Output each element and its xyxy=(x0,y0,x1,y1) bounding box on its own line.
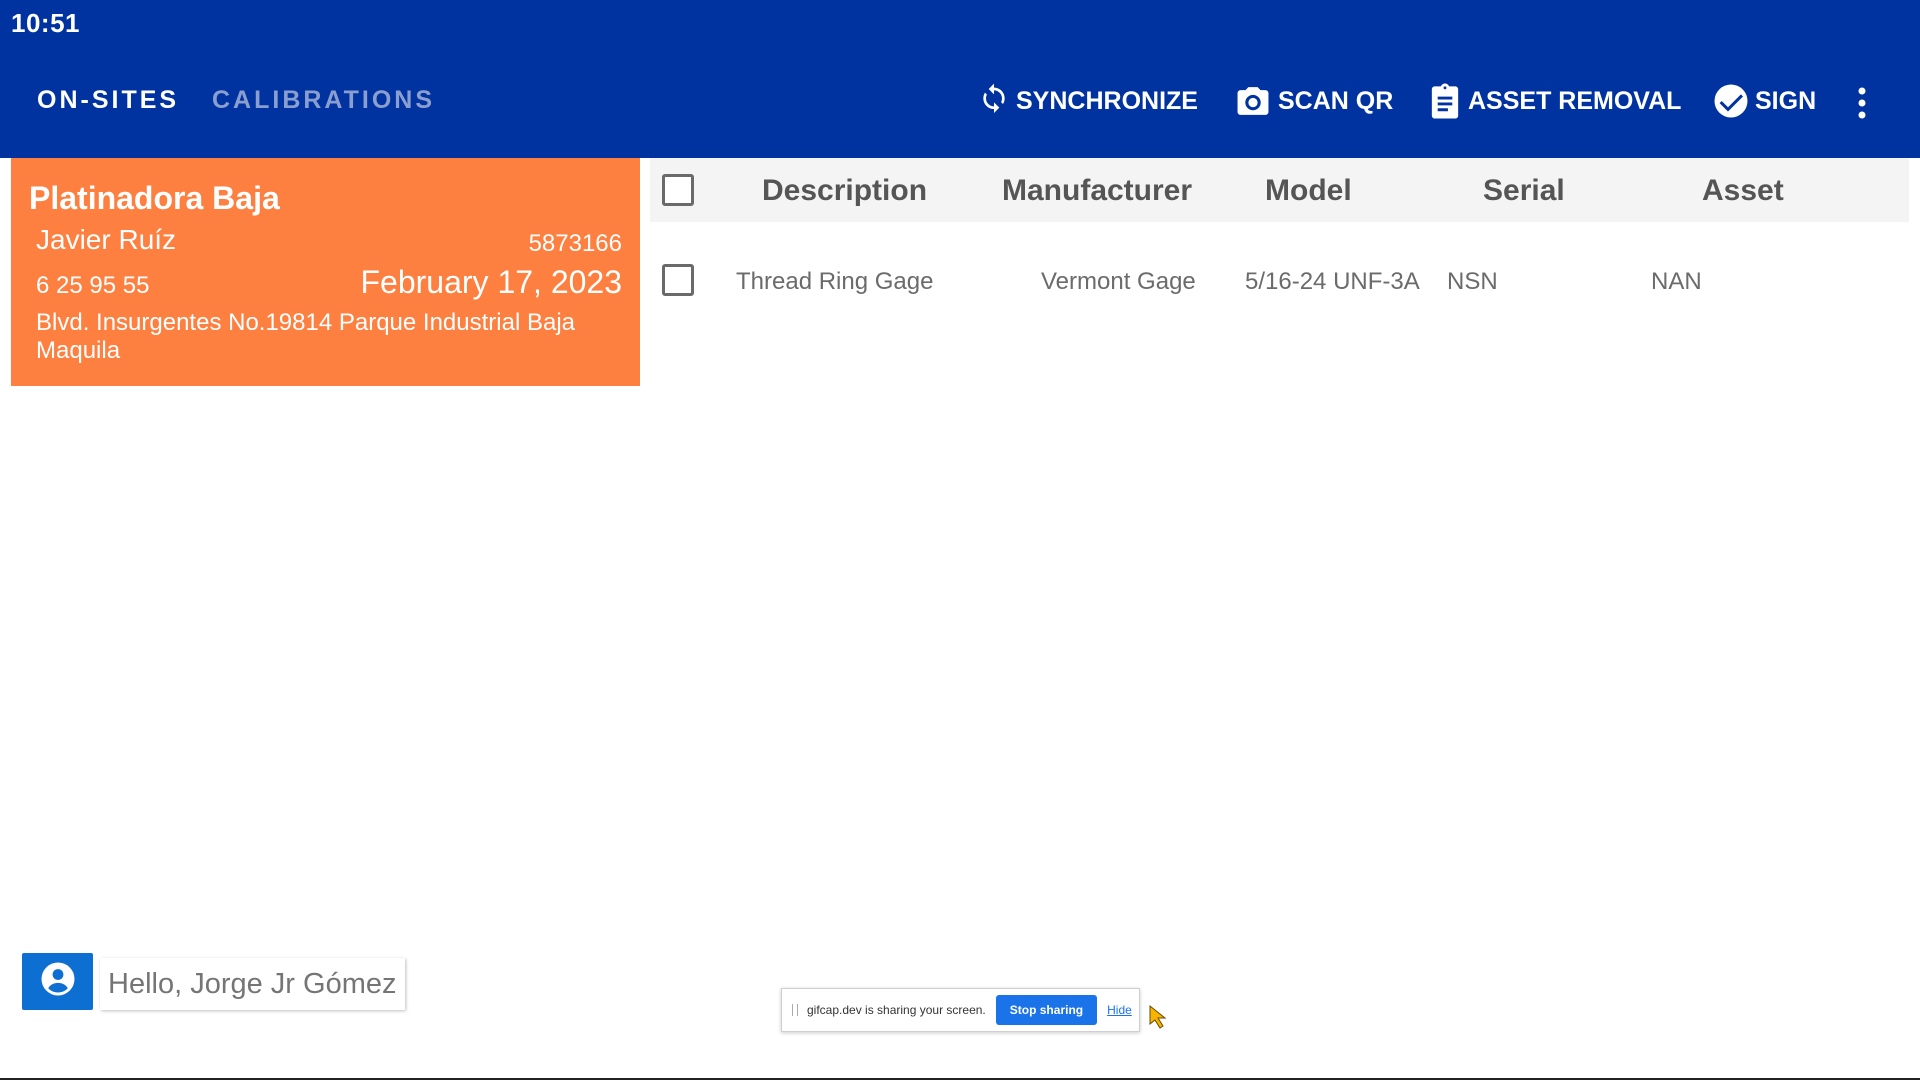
app-bar: 10:51 ON-SITES CALIBRATIONS SYNCHRONIZE … xyxy=(0,0,1920,158)
screen-share-bar: gifcap.dev is sharing your screen. Stop … xyxy=(781,988,1140,1032)
stop-sharing-button[interactable]: Stop sharing xyxy=(995,995,1098,1025)
cell-description: Thread Ring Gage xyxy=(736,268,934,295)
more-options-button[interactable] xyxy=(1855,82,1869,124)
check-circle-icon xyxy=(1713,83,1749,119)
mouse-cursor-icon xyxy=(1148,1004,1168,1035)
clipboard-icon xyxy=(1428,82,1462,120)
cell-asset: NAN xyxy=(1651,268,1702,295)
share-message: gifcap.dev is sharing your screen. xyxy=(807,1003,986,1017)
contact-name: Javier Ruíz xyxy=(36,224,177,255)
visit-date: February 17, 2023 xyxy=(360,264,623,300)
row-checkbox[interactable] xyxy=(662,264,694,296)
cell-model: 5/16-24 UNF-3A xyxy=(1245,268,1420,295)
table-row[interactable]: Thread Ring Gage Vermont Gage 5/16-24 UN… xyxy=(650,250,1909,314)
user-greeting: Hello, Jorge Jr Gómez xyxy=(100,958,405,1010)
tab-on-sites[interactable]: ON-SITES xyxy=(37,86,179,115)
table-header: Description Manufacturer Model Serial As… xyxy=(650,158,1909,222)
status-clock: 10:51 xyxy=(11,8,80,38)
tab-calibrations[interactable]: CALIBRATIONS xyxy=(212,86,435,115)
synchronize-label: SYNCHRONIZE xyxy=(1016,86,1198,115)
site-number: 5873166 xyxy=(528,230,622,257)
column-header-asset[interactable]: Asset xyxy=(1702,174,1784,208)
sign-label: SIGN xyxy=(1755,86,1817,115)
select-all-checkbox[interactable] xyxy=(662,174,694,206)
account-circle-icon xyxy=(40,961,76,1002)
contact-phone: 6 25 95 55 xyxy=(36,272,150,299)
asset-removal-button[interactable]: ASSET REMOVAL xyxy=(1428,80,1681,122)
column-header-serial[interactable]: Serial xyxy=(1483,174,1565,208)
asset-removal-label: ASSET REMOVAL xyxy=(1468,86,1682,115)
hide-link[interactable]: Hide xyxy=(1107,1003,1132,1017)
site-address: Blvd. Insurgentes No.19814 Parque Indust… xyxy=(36,309,576,364)
synchronize-button[interactable]: SYNCHRONIZE xyxy=(978,80,1198,122)
company-name: Platinadora Baja xyxy=(29,180,280,216)
column-header-model[interactable]: Model xyxy=(1265,174,1352,208)
sign-button[interactable]: SIGN xyxy=(1713,80,1816,122)
scan-qr-button[interactable]: SCAN QR xyxy=(1234,80,1393,122)
column-header-description[interactable]: Description xyxy=(762,174,927,208)
drag-handle-icon[interactable] xyxy=(792,1004,798,1016)
sync-icon xyxy=(978,82,1010,120)
more-vert-icon xyxy=(1855,86,1869,120)
scan-qr-label: SCAN QR xyxy=(1278,86,1394,115)
cell-manufacturer: Vermont Gage xyxy=(1041,268,1196,295)
user-profile-button[interactable] xyxy=(22,953,93,1010)
column-header-manufacturer[interactable]: Manufacturer xyxy=(1002,174,1192,208)
cell-serial: NSN xyxy=(1447,268,1498,295)
camera-icon xyxy=(1234,84,1272,118)
on-site-card[interactable]: Platinadora Baja Javier Ruíz 5873166 6 2… xyxy=(11,158,640,386)
